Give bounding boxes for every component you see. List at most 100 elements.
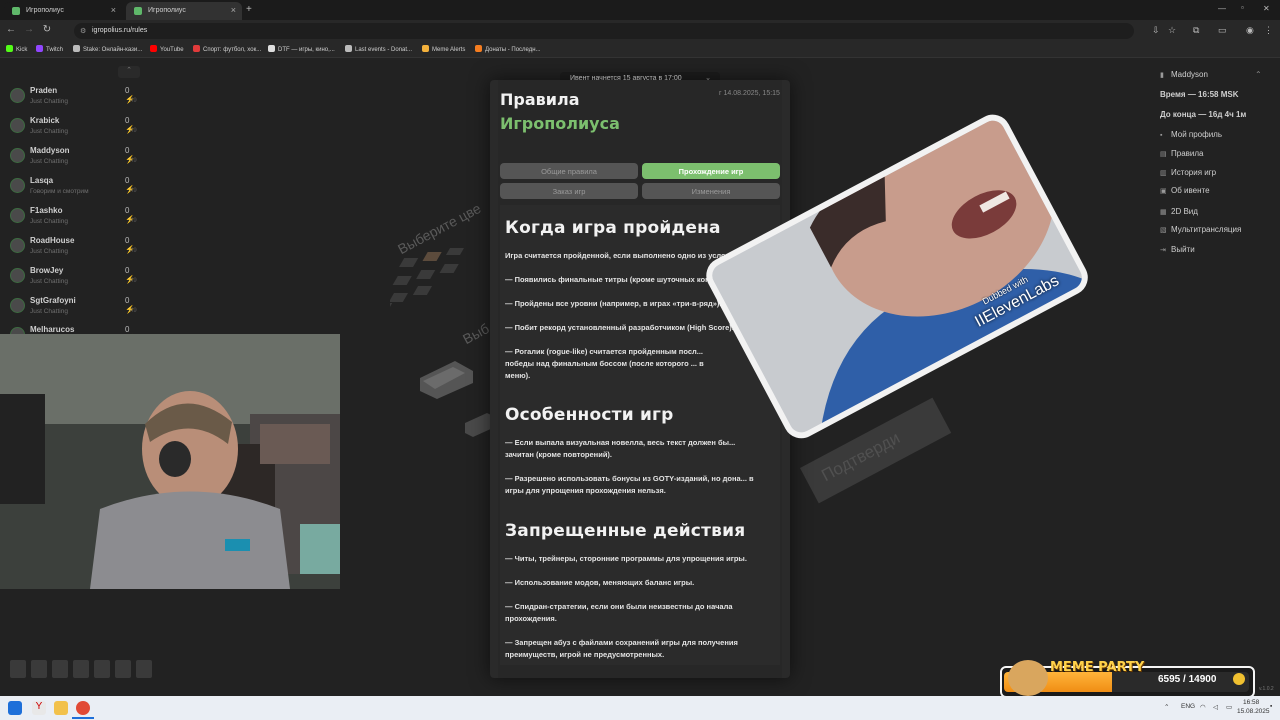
profile-icon[interactable]: ◉	[1246, 25, 1254, 36]
tray-chevron-icon[interactable]: ⌃	[1164, 703, 1169, 711]
tab-game-order[interactable]: Заказ игр	[500, 183, 638, 199]
url-input[interactable]: ⚙ igropolius.ru/rules	[74, 23, 1134, 39]
install-app-icon[interactable]: ⇩	[1152, 25, 1160, 36]
menu-rules[interactable]: ▤ Правила	[1160, 149, 1203, 158]
maximize-button[interactable]: ▫	[1241, 3, 1244, 12]
sidebar-icon[interactable]: ▭	[1218, 25, 1227, 36]
address-bar-row: ← → ↻ ⚙ igropolius.ru/rules ⇩ ☆ ⧉ ▭ ◉ ⋮	[0, 20, 1280, 42]
collapse-chevron-up-icon[interactable]: ⌃	[118, 66, 140, 78]
bookmark-last-events[interactable]: Last events - Donat...	[345, 45, 412, 53]
donat-icon	[345, 45, 352, 52]
game-icon[interactable]	[136, 660, 152, 678]
streamer-item[interactable]: F1ashko Just Chatting 0 ⚡ 49	[10, 206, 140, 234]
rules-modal-content: Правила Игрополиуса г 14.08.2025, 15:15 …	[498, 80, 782, 678]
streamer-item[interactable]: Lasqa Говорим и смотрим 0 ⚡ 49	[10, 176, 140, 204]
site-favicon-icon	[134, 7, 142, 15]
site-info-icon[interactable]: ⚙	[80, 27, 86, 35]
streamer-item[interactable]: BrowJey Just Chatting 0 ⚡ 49	[10, 266, 140, 294]
tab-changes[interactable]: Изменения	[642, 183, 780, 199]
streamer-item[interactable]: Maddyson Just Chatting 0 ⚡ 49	[10, 146, 140, 174]
bookmark-youtube[interactable]: YouTube	[150, 45, 184, 53]
streamer-name: F1ashko	[30, 206, 63, 215]
username: Maddyson	[1171, 70, 1208, 79]
menu-logout[interactable]: ⇥ Выйти	[1160, 245, 1195, 254]
streamer-item[interactable]: Praden Just Chatting 0 ⚡ 49	[10, 86, 140, 114]
chevron-up-icon[interactable]: ⌃	[1255, 70, 1262, 79]
wifi-icon[interactable]: ◠	[1200, 703, 1206, 711]
donation-icon	[475, 45, 482, 52]
streamer-name: Melharucos	[30, 325, 75, 334]
streamer-sub-count: 49	[130, 248, 137, 254]
menu-multistream[interactable]: ▧ Мультитрансляция	[1160, 225, 1241, 234]
close-tab-icon[interactable]: ×	[111, 5, 116, 15]
notifications-icon[interactable]: ▪	[1270, 703, 1272, 710]
tab-game-completion[interactable]: Прохождение игр	[642, 163, 780, 179]
tab-general-rules[interactable]: Общие правила	[500, 163, 638, 179]
close-tab-icon[interactable]: ×	[231, 5, 236, 15]
menu-2d-view[interactable]: ▦ 2D Вид	[1160, 207, 1198, 216]
volume-icon[interactable]: ◁	[1213, 703, 1218, 711]
clock-date[interactable]: 15.08.2025	[1237, 708, 1270, 715]
streamer-status: Just Chatting	[30, 98, 68, 105]
tab-igropolius-1[interactable]: Игрополиус ×	[4, 2, 122, 20]
language-indicator[interactable]: ENG	[1181, 703, 1195, 710]
url-text: igropolius.ru/rules	[92, 27, 148, 34]
menu-about-event[interactable]: ▣ Об ивенте	[1160, 186, 1210, 195]
game-icon[interactable]	[31, 660, 47, 678]
dtf-icon	[268, 45, 275, 52]
multi-icon: ▧	[1160, 227, 1167, 234]
section-paragraph: — Если выпала визуальная новелла, весь т…	[505, 438, 736, 459]
avatar	[10, 118, 25, 133]
file-explorer-icon[interactable]	[54, 701, 68, 715]
streamer-item[interactable]: Krabick Just Chatting 0 ⚡ 49	[10, 116, 140, 144]
streamer-name: SgtGrafoyni	[30, 296, 76, 305]
game-icon[interactable]	[94, 660, 110, 678]
streamer-item[interactable]: SgtGrafoyni Just Chatting 0 ⚡ 49	[10, 296, 140, 324]
new-tab-button[interactable]: +	[246, 4, 252, 15]
windows-start-icon[interactable]	[8, 701, 22, 715]
bookmark-sport[interactable]: Спорт: футбол, хок...	[193, 45, 261, 53]
menu-history[interactable]: ▥ История игр	[1160, 168, 1216, 177]
webcam-feed	[0, 334, 340, 589]
sport-icon	[193, 45, 200, 52]
game-icon[interactable]	[10, 660, 26, 678]
streamer-sub-count: 49	[130, 218, 137, 224]
streamer-status: Just Chatting	[30, 218, 68, 225]
bookmark-kick[interactable]: Kick	[6, 45, 27, 53]
bookmark-dtf[interactable]: DTF — игры, кино,...	[268, 45, 335, 53]
back-arrow-icon[interactable]: ←	[4, 24, 18, 35]
bookmark-star-icon[interactable]: ☆	[1168, 25, 1176, 36]
extensions-icon[interactable]: ⧉	[1193, 25, 1199, 36]
user-menu-header[interactable]: ▮ Maddyson	[1160, 70, 1208, 79]
streamer-item[interactable]: RoadHouse Just Chatting 0 ⚡ 49	[10, 236, 140, 264]
reload-icon[interactable]: ↻	[40, 24, 54, 35]
page-content: ⌃ Praden Just Chatting 0 ⚡ 49 Krabick Ju…	[0, 58, 1280, 696]
avatar	[10, 268, 25, 283]
minimize-button[interactable]: —	[1218, 4, 1226, 13]
avatar	[10, 208, 25, 223]
battery-icon[interactable]: ▭	[1226, 703, 1232, 711]
car-pieces-illustration	[420, 361, 495, 437]
game-icon[interactable]	[115, 660, 131, 678]
tab-title: Игрополиус	[26, 7, 64, 14]
forward-arrow-icon[interactable]: →	[22, 24, 36, 35]
background-select-text-2: Выб	[460, 320, 492, 348]
menu-my-profile[interactable]: ▪ Мой профиль	[1160, 130, 1222, 139]
game-icon[interactable]	[52, 660, 68, 678]
streamer-status: Just Chatting	[30, 128, 68, 135]
user-icon: ▮	[1160, 72, 1164, 79]
bookmark-meme-alerts[interactable]: Meme Alerts	[422, 45, 465, 53]
section-paragraph: — Разрешено использовать бонусы из GOTY-…	[505, 474, 754, 495]
bookmark-donations[interactable]: Донаты - Последн...	[475, 45, 541, 53]
yandex-browser-icon[interactable]: Y	[32, 701, 46, 715]
game-icon[interactable]	[73, 660, 89, 678]
section-paragraph: — Спидран-стратегии, если они были неизв…	[505, 602, 733, 623]
chrome-icon[interactable]	[76, 701, 90, 715]
section-paragraph: — Читы, трейнеры, сторонние программы дл…	[505, 554, 747, 563]
tab-igropolius-2[interactable]: Игрополиус ×	[126, 2, 242, 20]
menu-dots-icon[interactable]: ⋮	[1264, 25, 1273, 36]
close-window-button[interactable]: ✕	[1263, 4, 1270, 13]
bookmark-twitch[interactable]: Twitch	[36, 45, 63, 53]
bookmark-stake[interactable]: Stake: Онлайн-кази...	[73, 45, 142, 53]
clock-time[interactable]: 16:58	[1243, 699, 1259, 706]
